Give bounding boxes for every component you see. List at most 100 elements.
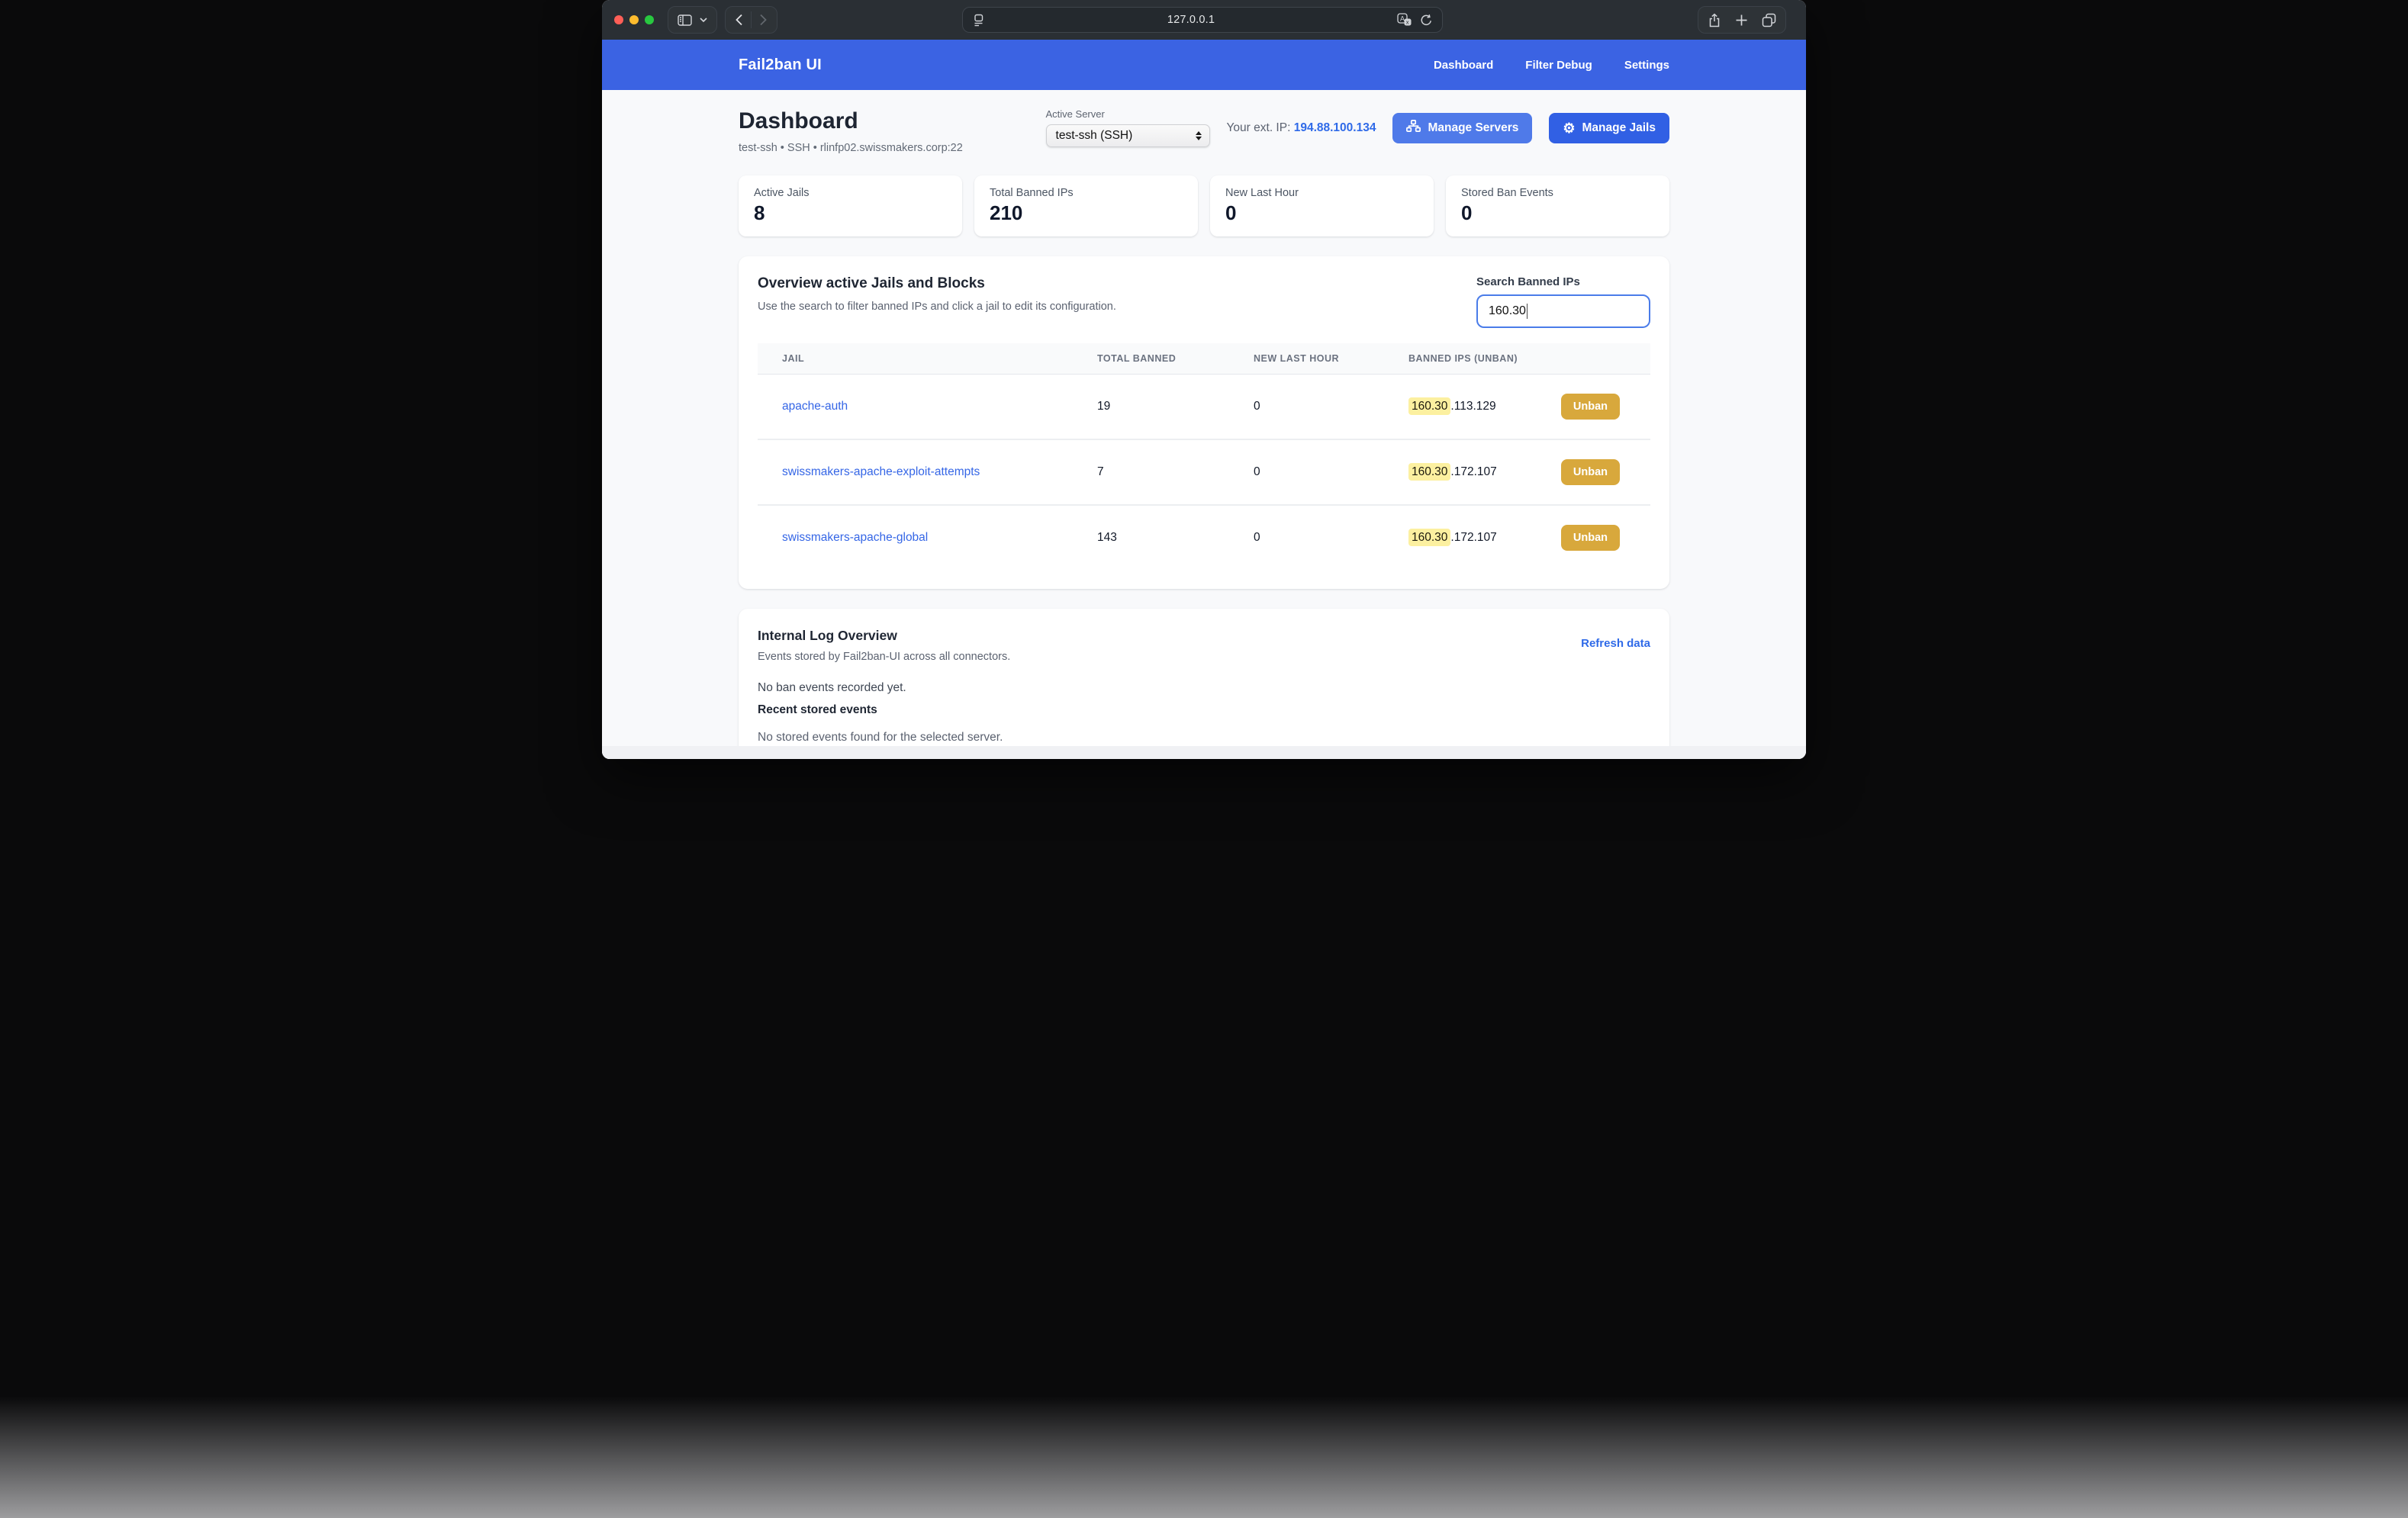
gear-icon: ⚙ <box>1563 121 1575 135</box>
toolbar-right-group <box>1698 6 1786 34</box>
nav-link-settings[interactable]: Settings <box>1624 59 1669 72</box>
active-server-value: test-ssh (SSH) <box>1056 129 1196 143</box>
external-ip-value[interactable]: 194.88.100.134 <box>1294 121 1376 134</box>
app-navbar: Fail2ban UI Dashboard Filter Debug Setti… <box>602 40 1806 90</box>
chevron-down-icon[interactable] <box>700 18 707 22</box>
stat-value: 0 <box>1225 201 1418 225</box>
stat-label: Total Banned IPs <box>990 187 1183 199</box>
manage-servers-label: Manage Servers <box>1428 121 1518 135</box>
overview-card: Overview active Jails and Blocks Use the… <box>739 256 1669 589</box>
translate-icon[interactable]: A x <box>1397 13 1412 27</box>
internal-log-card: Internal Log Overview Events stored by F… <box>739 609 1669 759</box>
page-title: Dashboard <box>739 108 963 134</box>
address-bar[interactable]: 127.0.0.1 A x <box>962 7 1443 33</box>
manage-jails-button[interactable]: ⚙ Manage Jails <box>1549 113 1669 143</box>
col-header-banned-ips: BANNED IPS (UNBAN) <box>1408 343 1650 375</box>
browser-chrome: 127.0.0.1 A x <box>602 0 1806 40</box>
jail-link[interactable]: swissmakers-apache-global <box>782 531 928 544</box>
new-tab-icon[interactable] <box>1735 14 1748 27</box>
nav-link-filter-debug[interactable]: Filter Debug <box>1525 59 1592 72</box>
reload-icon[interactable] <box>1420 14 1433 27</box>
divider <box>751 11 752 28</box>
col-header-total-banned: TOTAL BANNED <box>1097 343 1254 375</box>
table-row: apache-auth 19 0 160.30.113.129 Unban <box>758 375 1650 440</box>
banned-ip: 160.30.172.107 <box>1408 531 1497 545</box>
log-subtitle: Events stored by Fail2ban-UI across all … <box>758 651 1010 663</box>
search-banned-ips-input[interactable]: 160.30 <box>1476 294 1650 328</box>
no-stored-events-text: No stored events found for the selected … <box>758 731 1650 745</box>
unban-button[interactable]: Unban <box>1561 459 1620 485</box>
external-ip: Your ext. IP: 194.88.100.134 <box>1227 121 1376 135</box>
reader-page-icon[interactable] <box>972 14 985 27</box>
no-ban-events-text: No ban events recorded yet. <box>758 681 1650 695</box>
table-row: swissmakers-apache-exploit-attempts 7 0 … <box>758 439 1650 505</box>
back-icon[interactable] <box>735 14 743 26</box>
sitemap-icon <box>1406 120 1421 136</box>
page-subtitle: test-ssh • SSH • rlinfp02.swissmakers.co… <box>739 142 963 154</box>
share-icon[interactable] <box>1708 13 1721 27</box>
total-banned-cell: 19 <box>1097 375 1254 440</box>
total-banned-cell: 7 <box>1097 439 1254 505</box>
new-last-hour-cell: 0 <box>1254 439 1408 505</box>
col-header-jail: JAIL <box>758 343 1097 375</box>
minimize-window-button[interactable] <box>629 15 639 24</box>
active-server-picker: Active Server test-ssh (SSH) <box>1046 108 1210 147</box>
unban-button[interactable]: Unban <box>1561 525 1620 551</box>
dashboard-header: Dashboard test-ssh • SSH • rlinfp02.swis… <box>739 108 1669 154</box>
refresh-data-link[interactable]: Refresh data <box>1581 637 1650 650</box>
ip-search-highlight: 160.30 <box>1408 397 1450 415</box>
ip-search-highlight: 160.30 <box>1408 529 1450 546</box>
forward-icon[interactable] <box>759 14 768 26</box>
search-banned-ips-label: Search Banned IPs <box>1476 275 1650 288</box>
page-footer-strip <box>602 746 1806 759</box>
new-last-hour-cell: 0 <box>1254 505 1408 570</box>
stat-value: 210 <box>990 201 1183 225</box>
app-brand[interactable]: Fail2ban UI <box>739 56 822 74</box>
tab-overview-icon[interactable] <box>1762 13 1776 27</box>
active-server-label: Active Server <box>1046 108 1210 120</box>
svg-text:A: A <box>1400 15 1405 23</box>
table-header-row: JAIL TOTAL BANNED NEW LAST HOUR BANNED I… <box>758 343 1650 375</box>
active-server-select[interactable]: test-ssh (SSH) <box>1046 124 1210 147</box>
stat-card-total-banned: Total Banned IPs 210 <box>974 175 1198 236</box>
history-nav-group <box>725 6 777 34</box>
svg-text:x: x <box>1406 19 1409 26</box>
window-controls <box>614 15 654 24</box>
sidebar-toggle-icon[interactable] <box>678 14 692 26</box>
nav-link-dashboard[interactable]: Dashboard <box>1434 59 1493 72</box>
overview-subtitle: Use the search to filter banned IPs and … <box>758 301 1116 313</box>
search-input-value: 160.30 <box>1489 304 1526 318</box>
ip-rest: .172.107 <box>1450 531 1496 544</box>
unban-button[interactable]: Unban <box>1561 394 1620 420</box>
log-title: Internal Log Overview <box>758 628 1010 644</box>
stat-card-active-jails: Active Jails 8 <box>739 175 962 236</box>
stat-label: Stored Ban Events <box>1461 187 1654 199</box>
col-header-new-last-hour: NEW LAST HOUR <box>1254 343 1408 375</box>
manage-jails-label: Manage Jails <box>1582 121 1656 135</box>
table-row: swissmakers-apache-global 143 0 160.30.1… <box>758 505 1650 570</box>
url-text[interactable]: 127.0.0.1 <box>985 14 1397 26</box>
zoom-window-button[interactable] <box>645 15 654 24</box>
total-banned-cell: 143 <box>1097 505 1254 570</box>
stat-label: New Last Hour <box>1225 187 1418 199</box>
stat-card-new-last-hour: New Last Hour 0 <box>1210 175 1434 236</box>
jails-table: JAIL TOTAL BANNED NEW LAST HOUR BANNED I… <box>758 343 1650 570</box>
page-content: Dashboard test-ssh • SSH • rlinfp02.swis… <box>602 90 1806 759</box>
ip-rest: .113.129 <box>1450 400 1495 413</box>
overview-title: Overview active Jails and Blocks <box>758 275 1116 292</box>
jail-link[interactable]: apache-auth <box>782 400 848 413</box>
manage-servers-button[interactable]: Manage Servers <box>1392 113 1532 143</box>
external-ip-label: Your ext. IP: <box>1227 121 1291 134</box>
stat-cards: Active Jails 8 Total Banned IPs 210 New … <box>739 175 1669 236</box>
close-window-button[interactable] <box>614 15 623 24</box>
banned-ip: 160.30.113.129 <box>1408 400 1496 413</box>
select-stepper-icon <box>1196 131 1202 140</box>
new-last-hour-cell: 0 <box>1254 375 1408 440</box>
ip-search-highlight: 160.30 <box>1408 463 1450 481</box>
banned-ip: 160.30.172.107 <box>1408 465 1497 479</box>
ip-rest: .172.107 <box>1450 465 1496 478</box>
jail-link[interactable]: swissmakers-apache-exploit-attempts <box>782 465 980 478</box>
stat-card-stored-ban-events: Stored Ban Events 0 <box>1446 175 1669 236</box>
stat-value: 0 <box>1461 201 1654 225</box>
stat-value: 8 <box>754 201 947 225</box>
